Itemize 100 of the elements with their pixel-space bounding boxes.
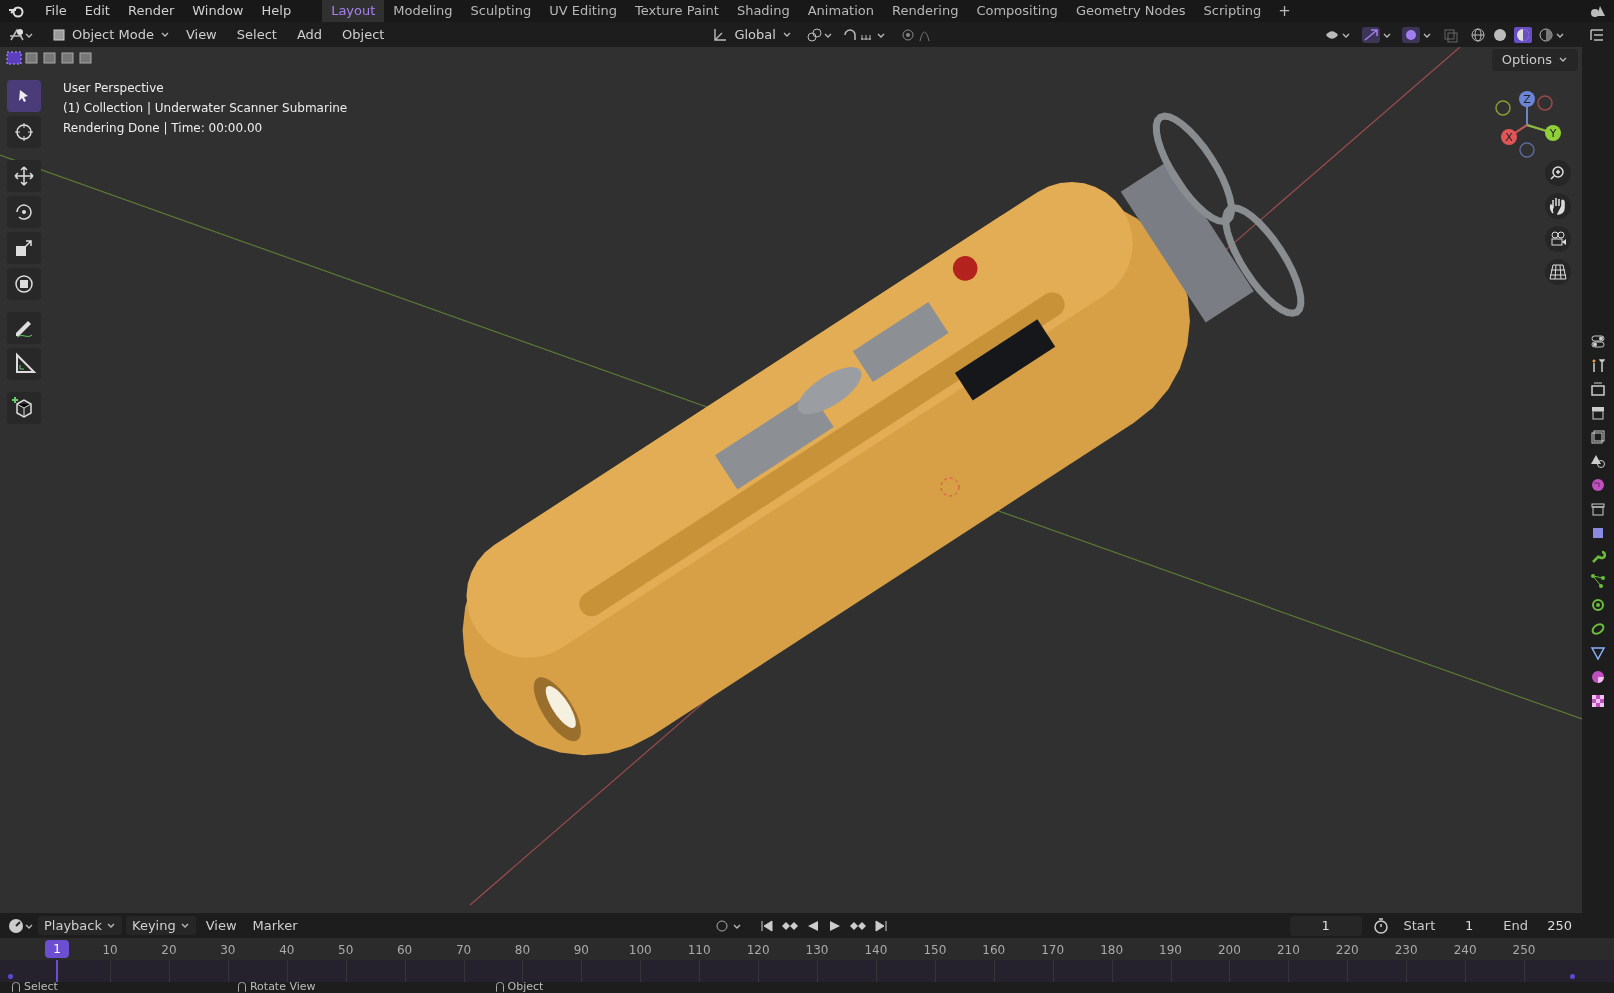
physics-icon[interactable] [1590, 597, 1606, 613]
move-tool-button[interactable] [7, 160, 41, 192]
frame-number: 80 [514, 942, 531, 959]
tools-icon[interactable] [1590, 357, 1606, 373]
viewport-info-text: User Perspective [63, 80, 165, 97]
editor-type-icon[interactable] [8, 917, 34, 934]
workspace-tab[interactable]: Rendering [883, 0, 968, 22]
menu-item[interactable]: Render [118, 1, 184, 21]
object-icon[interactable] [1590, 525, 1606, 541]
rendered-shading-icon[interactable] [1538, 26, 1566, 43]
workspace-tab[interactable]: Compositing [967, 0, 1067, 22]
mouse-icon [12, 982, 20, 992]
material-icon[interactable] [1590, 669, 1606, 685]
navigation-gizmo[interactable]: X Y Z [1490, 85, 1564, 160]
selection-mode-icon[interactable] [42, 51, 58, 65]
selection-mode-icon[interactable] [78, 51, 94, 65]
annotate-tool-button[interactable] [7, 312, 41, 344]
frame-number: 10 [102, 942, 118, 959]
workspace-tab[interactable]: Layout [322, 0, 385, 22]
menu-item[interactable]: Window [183, 1, 253, 21]
3d-cursor-icon [940, 477, 960, 497]
frame-number: 170 [1041, 942, 1065, 959]
mesh-data-icon[interactable] [1590, 645, 1606, 661]
particles-icon[interactable] [1590, 573, 1606, 589]
texture-icon[interactable] [1590, 693, 1606, 709]
camera-button[interactable] [1545, 226, 1571, 252]
frame-number: 110 [687, 942, 711, 959]
workspace-tab[interactable]: Animation [798, 0, 883, 22]
gizmo-toggle-icon[interactable] [1362, 26, 1392, 43]
workspace-tab[interactable]: Sculpting [461, 0, 541, 22]
workspace-tab[interactable]: UV Editing [540, 0, 626, 22]
grid-button[interactable] [1545, 259, 1571, 285]
workspace-tab[interactable]: Scripting [1194, 0, 1271, 22]
selection-mode-icon[interactable] [6, 51, 22, 65]
constraint-icon[interactable] [1590, 621, 1606, 637]
wrench-icon[interactable] [1590, 549, 1606, 565]
menu-item[interactable]: View [199, 915, 243, 936]
transform-tool-button[interactable] [7, 268, 41, 300]
frame-number: 180 [1100, 942, 1124, 959]
menu-item[interactable]: Object [334, 24, 393, 45]
options-dropdown[interactable]: Options [1491, 49, 1578, 71]
frame-number: 100 [628, 942, 652, 959]
pivot-icon[interactable] [805, 26, 834, 43]
select-tool-button[interactable] [7, 80, 41, 112]
scene-icon[interactable] [1590, 4, 1606, 18]
overlay-toggle-icon[interactable] [1402, 26, 1432, 43]
scene-icon[interactable] [1590, 453, 1606, 469]
frame-number: 200 [1217, 942, 1241, 959]
mode-dropdown[interactable]: Object Mode [48, 24, 174, 45]
add-cube-tool-button[interactable] [7, 392, 41, 424]
cursor-tool-button[interactable] [7, 116, 41, 148]
menu-item[interactable]: File [36, 1, 76, 21]
frame-number: 20 [161, 942, 177, 959]
start-frame-field[interactable]: 1 [1439, 915, 1480, 936]
toggle-icon[interactable] [1590, 333, 1606, 349]
current-frame-field[interactable]: 1 [1289, 915, 1362, 936]
measure-tool-button[interactable] [7, 348, 41, 380]
blender-logo-icon[interactable] [8, 4, 24, 18]
frame-number: 90 [573, 942, 589, 959]
menu-item[interactable]: Edit [75, 1, 119, 21]
frame-number: 140 [864, 942, 888, 959]
menu-item[interactable]: Marker [246, 915, 304, 936]
scale-tool-button[interactable] [7, 232, 41, 264]
orientation-dropdown[interactable]: Global [708, 24, 796, 45]
menu-item[interactable]: Select [228, 24, 285, 45]
collection-icon[interactable] [1590, 501, 1606, 517]
selection-mode-icon[interactable] [60, 51, 76, 65]
frame-number: 220 [1335, 942, 1359, 959]
globe-icon[interactable] [1590, 477, 1606, 493]
selection-mode-icon[interactable] [24, 51, 40, 65]
wireframe-shading-icon[interactable] [1470, 26, 1486, 43]
end-frame-field[interactable]: 250 [1532, 915, 1578, 936]
menu-item[interactable]: View [177, 24, 225, 45]
frame-number: 240 [1453, 942, 1477, 959]
image-icon[interactable] [1590, 429, 1606, 445]
solid-shading-icon[interactable] [1492, 26, 1508, 43]
outliner-icon[interactable] [1588, 26, 1606, 43]
render-icon[interactable] [1590, 381, 1606, 397]
material-shading-icon[interactable] [1514, 26, 1532, 43]
workspace-tab[interactable]: Texture Paint [626, 0, 728, 22]
menu-item[interactable]: Help [252, 1, 301, 21]
editor-type-icon[interactable] [8, 26, 34, 43]
menu-item[interactable]: Playback [38, 915, 122, 936]
workspace-tab[interactable]: Modeling [384, 0, 462, 22]
frame-number: 250 [1512, 942, 1536, 959]
output-icon[interactable] [1590, 405, 1606, 421]
stopwatch-icon[interactable] [1371, 917, 1390, 934]
add-workspace-button[interactable]: + [1270, 0, 1299, 22]
workspace-tab[interactable]: Geometry Nodes [1066, 0, 1195, 22]
rotate-tool-button[interactable] [7, 196, 41, 228]
frame-number: 150 [923, 942, 947, 959]
frame-number: 120 [746, 942, 770, 959]
workspace-tab[interactable]: Shading [727, 0, 799, 22]
menu-item[interactable]: Keying [126, 915, 196, 936]
mouse-icon [237, 982, 246, 992]
menu-item[interactable]: Add [288, 24, 331, 45]
start-label: Start [1403, 916, 1436, 935]
zoom-button[interactable] [1545, 160, 1571, 186]
playhead-frame-badge[interactable]: 1 [45, 940, 69, 958]
hand-button[interactable] [1545, 193, 1571, 219]
